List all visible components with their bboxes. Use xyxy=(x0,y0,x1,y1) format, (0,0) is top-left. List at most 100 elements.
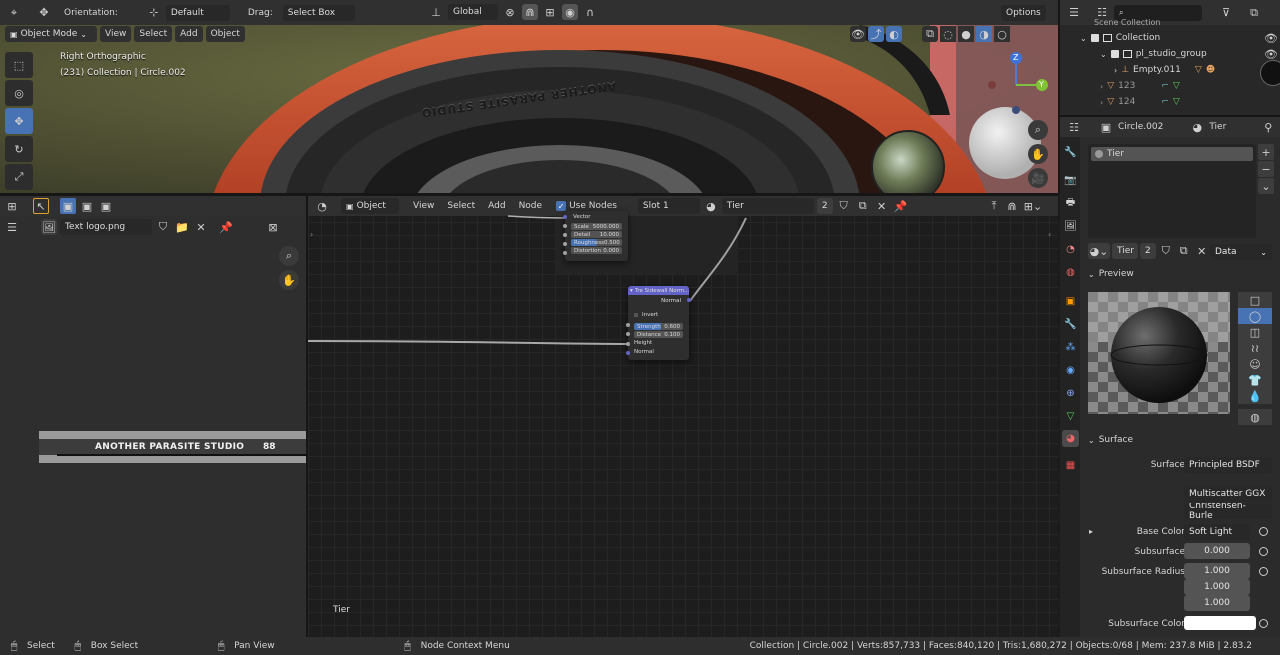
viewport-menu-object[interactable]: Object xyxy=(205,26,245,42)
drag-dropdown[interactable]: Select Box xyxy=(282,4,355,21)
transform-pivot-icon[interactable]: ✥ xyxy=(36,5,52,21)
data-tab-icon[interactable]: ▽ xyxy=(1062,408,1079,425)
checkbox-icon[interactable] xyxy=(1110,50,1119,58)
node-invert-row[interactable]: Invert xyxy=(628,308,689,322)
fake-user-icon[interactable]: ⛉ xyxy=(155,219,171,235)
outliner-row-collection[interactable]: ⌄ Collection xyxy=(1080,32,1160,44)
sidebar-toggle[interactable] xyxy=(1260,60,1280,86)
subsurface-radius-x[interactable]: 1.000 xyxy=(1184,563,1250,579)
xray-icon[interactable]: ⧉ xyxy=(922,26,938,42)
add-collection-icon[interactable]: ⧉ xyxy=(1246,5,1262,21)
camera-icon[interactable]: 🎥 xyxy=(1028,168,1048,188)
noise-texture-node[interactable]: Vector Scale 5000.000 Detail 10.000 Roughn… xyxy=(563,211,628,261)
subsurface-color-socket-icon[interactable] xyxy=(1259,619,1268,628)
object-tab-icon[interactable]: ▣ xyxy=(1062,293,1079,310)
bump-strength-field[interactable]: Strength 0.600 xyxy=(634,323,683,330)
pan-hand-icon[interactable]: ✋ xyxy=(279,270,299,290)
noise-roughness-socket[interactable] xyxy=(563,242,567,246)
cursor-tool-icon[interactable]: ◎ xyxy=(5,80,33,106)
constraints-tab-icon[interactable]: ⊕ xyxy=(1062,385,1079,402)
select-mode-extend-icon[interactable]: ▣ xyxy=(79,198,95,214)
subsurface-radius-z[interactable]: 1.000 xyxy=(1184,595,1250,611)
subsurface-color-swatch[interactable] xyxy=(1184,616,1256,630)
outliner-row-124[interactable]: › ▽ 124 ⌐ ▽ xyxy=(1100,96,1180,108)
viewport-menu-view[interactable]: View xyxy=(100,26,132,42)
sidebar-expand-arrow-icon[interactable]: › xyxy=(310,230,313,239)
unlink-image-icon[interactable]: ✕ xyxy=(193,219,209,235)
node-editor[interactable]: ◔ ▣ Object View Select Add Node ✓ Use Nod… xyxy=(308,196,1058,637)
noise-vector-socket[interactable] xyxy=(563,215,567,219)
noise-scale-socket[interactable] xyxy=(563,224,567,228)
expand-arrow-icon[interactable]: ⌄ xyxy=(1100,50,1107,59)
preview-hair-icon[interactable]: ≀≀ xyxy=(1238,340,1272,356)
surface-shader-dropdown[interactable]: Principled BSDF xyxy=(1184,457,1272,473)
gizmo-icon[interactable]: ⤴ xyxy=(868,26,884,42)
material-slot-item[interactable]: Tier xyxy=(1091,147,1253,161)
collapse-arrow-icon[interactable]: ▾ xyxy=(630,288,633,294)
output-tab-icon[interactable]: 🖶 xyxy=(1062,195,1079,212)
outliner-row-123[interactable]: › ▽ 123 ⌐ ▽ xyxy=(1100,80,1180,92)
viewport-menu-select[interactable]: Select xyxy=(134,26,173,42)
duplicate-icon[interactable]: ⧉ xyxy=(1176,243,1192,259)
viewport-3d[interactable]: ANOTHER PARASITE STUDIO ▣ Object Mode ⌄ Vi… xyxy=(0,25,1058,193)
view-mode-icon[interactable]: ⊠ xyxy=(265,219,281,235)
proportional-edit-icon[interactable]: ◉ xyxy=(562,4,578,20)
expand-arrow-icon[interactable]: › xyxy=(1100,82,1103,91)
select-mode-subtract-icon[interactable]: ▣ xyxy=(98,198,114,214)
link-mode-dropdown[interactable]: Data ⌄ xyxy=(1210,244,1272,260)
preview-sphere-icon[interactable]: ◯ xyxy=(1238,308,1272,324)
zoom-icon[interactable]: ⌕ xyxy=(279,246,299,266)
image-editor-type-icon[interactable]: ⊞ xyxy=(4,198,20,214)
filter-icon[interactable]: ⊽ xyxy=(1218,5,1234,21)
preview-cloth-icon[interactable]: 👕 xyxy=(1238,372,1272,388)
image-name-field[interactable]: Text logo.png xyxy=(60,219,152,235)
zoom-icon[interactable]: ⌕ xyxy=(1028,120,1048,140)
preview-flat-icon[interactable]: □ xyxy=(1238,292,1272,308)
physics-tab-icon[interactable]: ◉ xyxy=(1062,362,1079,379)
open-image-icon[interactable]: 📁 xyxy=(174,219,190,235)
subsurface-field[interactable]: 0.000 xyxy=(1184,543,1250,559)
tire-sidewall-normal-node[interactable]: ▾ Tre Sidewall Norm... Normal Invert Str… xyxy=(626,286,691,360)
solid-shading-icon[interactable]: ● xyxy=(958,26,974,42)
select-tool-icon[interactable]: ↖ xyxy=(33,198,49,214)
noise-detail-socket[interactable] xyxy=(563,233,567,237)
render-tab-icon[interactable]: 📷 xyxy=(1062,172,1079,189)
material-shading-icon[interactable]: ◑ xyxy=(976,26,992,42)
texture-tab-icon[interactable]: ▦ xyxy=(1062,457,1079,474)
scene-tab-icon[interactable]: ◔ xyxy=(1062,241,1079,258)
subsurface-socket-icon[interactable] xyxy=(1259,547,1268,556)
select-box-tool-icon[interactable]: ⬚ xyxy=(5,52,33,78)
snap-target-icon[interactable]: ⊞ xyxy=(542,4,558,20)
pivot-icon[interactable]: ⊗ xyxy=(502,4,518,20)
outliner-scene-collection[interactable]: Scene Collection xyxy=(1094,18,1161,27)
snap-icon[interactable]: ⋒ xyxy=(522,4,538,20)
world-tab-icon[interactable]: ◍ xyxy=(1062,264,1079,281)
subsurface-method-dropdown[interactable]: Christensen-Burle xyxy=(1184,503,1272,519)
visibility-icon[interactable]: 👁 xyxy=(850,26,866,42)
rotate-tool-icon[interactable]: ↻ xyxy=(5,136,33,162)
checkbox-icon[interactable] xyxy=(1090,34,1099,42)
expand-arrow-icon[interactable]: › xyxy=(1100,98,1103,107)
bump-normal-input-socket[interactable] xyxy=(626,351,630,355)
expand-arrow-icon[interactable]: › xyxy=(1114,66,1117,75)
eye-icon[interactable]: 👁 xyxy=(1263,48,1279,61)
bump-normal-output-socket[interactable] xyxy=(687,298,691,302)
surface-section-header[interactable]: ⌄ Surface xyxy=(1088,435,1133,445)
rendered-shading-icon[interactable]: ○ xyxy=(994,26,1010,42)
scale-tool-icon[interactable]: ⤢ xyxy=(5,164,33,190)
modifier-tab-icon[interactable]: 🔧 xyxy=(1062,316,1079,333)
editor-type-icon[interactable]: ⌖ xyxy=(6,5,22,21)
options-dropdown[interactable]: Options xyxy=(1001,5,1046,21)
orientation-dropdown[interactable]: Default xyxy=(165,4,230,21)
preview-world-icon[interactable]: ◍ xyxy=(1238,409,1272,425)
outliner-row-pl-studio[interactable]: ⌄ pl_studio_group xyxy=(1100,48,1207,60)
fake-user-icon[interactable]: ⛉ xyxy=(1158,243,1174,259)
material-slot-list[interactable]: Tier xyxy=(1088,144,1256,238)
wireframe-shading-icon[interactable]: ◌ xyxy=(940,26,956,42)
base-color-dropdown[interactable]: Soft Light xyxy=(1184,524,1250,540)
pan-hand-icon[interactable]: ✋ xyxy=(1028,144,1048,164)
noise-distortion-field[interactable]: Distortion 0.000 xyxy=(571,247,622,254)
move-tool-icon[interactable]: ✥ xyxy=(5,108,33,134)
pin-image-icon[interactable]: 📌 xyxy=(218,219,234,235)
outliner-row-empty[interactable]: › ⊥ Empty.011 ▽ ☻ xyxy=(1114,64,1215,76)
